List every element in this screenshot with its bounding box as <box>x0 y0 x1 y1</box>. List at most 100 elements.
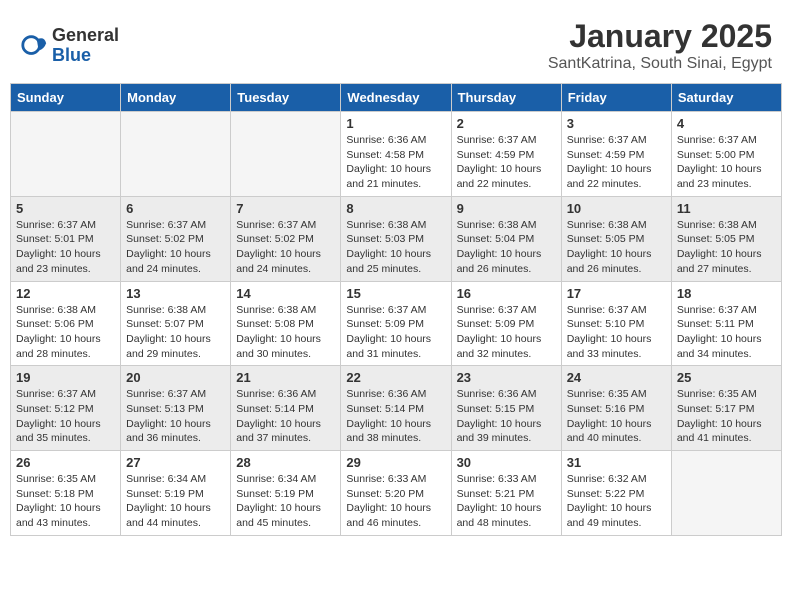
day-number: 24 <box>567 370 666 385</box>
calendar-week-row: 1 Sunrise: 6:36 AMSunset: 4:58 PMDaylight… <box>11 112 782 197</box>
weekday-header-thursday: Thursday <box>451 84 561 112</box>
weekday-header-row: SundayMondayTuesdayWednesdayThursdayFrid… <box>11 84 782 112</box>
weekday-header-saturday: Saturday <box>671 84 781 112</box>
calendar-cell: 29 Sunrise: 6:33 AMSunset: 5:20 PMDayligh… <box>341 451 451 536</box>
calendar-cell: 18Sunrise: 6:37 AMSunset: 5:11 PMDayligh… <box>671 281 781 366</box>
calendar-cell: 26Sunrise: 6:35 AMSunset: 5:18 PMDayligh… <box>11 451 121 536</box>
calendar-cell: 10 Sunrise: 6:38 AMSunset: 5:05 PMDayligh… <box>561 196 671 281</box>
day-number: 11 <box>677 201 776 216</box>
logo-general-text: General <box>52 26 119 46</box>
calendar-cell: 20 Sunrise: 6:37 AMSunset: 5:13 PMDayligh… <box>121 366 231 451</box>
day-number: 4 <box>677 116 776 131</box>
day-number: 14 <box>236 286 335 301</box>
calendar-cell: 7 Sunrise: 6:37 AMSunset: 5:02 PMDaylight… <box>231 196 341 281</box>
calendar-cell: 1 Sunrise: 6:36 AMSunset: 4:58 PMDaylight… <box>341 112 451 197</box>
calendar-cell: 4 Sunrise: 6:37 AMSunset: 5:00 PMDaylight… <box>671 112 781 197</box>
calendar-cell: 11 Sunrise: 6:38 AMSunset: 5:05 PMDayligh… <box>671 196 781 281</box>
location-title: SantKatrina, South Sinai, Egypt <box>548 55 772 73</box>
day-number: 19 <box>16 370 115 385</box>
calendar-cell <box>231 112 341 197</box>
weekday-header-monday: Monday <box>121 84 231 112</box>
calendar-cell: 25Sunrise: 6:35 AMSunset: 5:17 PMDayligh… <box>671 366 781 451</box>
calendar-week-row: 19 Sunrise: 6:37 AMSunset: 5:12 PMDayligh… <box>11 366 782 451</box>
day-info: Sunrise: 6:37 AMSunset: 5:02 PMDaylight:… <box>126 218 225 277</box>
day-info: Sunrise: 6:35 AMSunset: 5:17 PMDaylight:… <box>677 387 776 446</box>
day-info: Sunrise: 6:36 AMSunset: 5:15 PMDaylight:… <box>457 387 556 446</box>
day-number: 17 <box>567 286 666 301</box>
day-info: Sunrise: 6:38 AMSunset: 5:05 PMDaylight:… <box>567 218 666 277</box>
calendar-week-row: 26Sunrise: 6:35 AMSunset: 5:18 PMDayligh… <box>11 451 782 536</box>
calendar-cell <box>121 112 231 197</box>
day-info: Sunrise: 6:33 AMSunset: 5:20 PMDaylight:… <box>346 472 445 531</box>
logo-blue-text: Blue <box>52 46 119 66</box>
calendar-cell: 22 Sunrise: 6:36 AMSunset: 5:14 PMDayligh… <box>341 366 451 451</box>
calendar-cell: 19 Sunrise: 6:37 AMSunset: 5:12 PMDayligh… <box>11 366 121 451</box>
calendar-cell: 12 Sunrise: 6:38 AMSunset: 5:06 PMDayligh… <box>11 281 121 366</box>
calendar-cell: 21Sunrise: 6:36 AMSunset: 5:14 PMDayligh… <box>231 366 341 451</box>
calendar-cell: 13Sunrise: 6:38 AMSunset: 5:07 PMDayligh… <box>121 281 231 366</box>
calendar-cell: 15 Sunrise: 6:37 AMSunset: 5:09 PMDayligh… <box>341 281 451 366</box>
day-number: 12 <box>16 286 115 301</box>
day-number: 5 <box>16 201 115 216</box>
month-title: January 2025 <box>548 18 772 55</box>
day-number: 29 <box>346 455 445 470</box>
day-number: 10 <box>567 201 666 216</box>
day-number: 8 <box>346 201 445 216</box>
day-info: Sunrise: 6:38 AMSunset: 5:06 PMDaylight:… <box>16 303 115 362</box>
day-number: 23 <box>457 370 556 385</box>
calendar-cell: 9 Sunrise: 6:38 AMSunset: 5:04 PMDaylight… <box>451 196 561 281</box>
day-number: 3 <box>567 116 666 131</box>
calendar-cell: 8 Sunrise: 6:38 AMSunset: 5:03 PMDaylight… <box>341 196 451 281</box>
day-info: Sunrise: 6:32 AMSunset: 5:22 PMDaylight:… <box>567 472 666 531</box>
day-info: Sunrise: 6:37 AMSunset: 5:13 PMDaylight:… <box>126 387 225 446</box>
day-info: Sunrise: 6:37 AMSunset: 5:09 PMDaylight:… <box>457 303 556 362</box>
day-info: Sunrise: 6:38 AMSunset: 5:07 PMDaylight:… <box>126 303 225 362</box>
day-info: Sunrise: 6:38 AMSunset: 5:05 PMDaylight:… <box>677 218 776 277</box>
calendar-cell: 28 Sunrise: 6:34 AMSunset: 5:19 PMDayligh… <box>231 451 341 536</box>
day-info: Sunrise: 6:37 AMSunset: 5:00 PMDaylight:… <box>677 133 776 192</box>
day-info: Sunrise: 6:36 AMSunset: 4:58 PMDaylight:… <box>346 133 445 192</box>
day-info: Sunrise: 6:34 AMSunset: 5:19 PMDaylight:… <box>126 472 225 531</box>
calendar-cell: 23 Sunrise: 6:36 AMSunset: 5:15 PMDayligh… <box>451 366 561 451</box>
day-number: 28 <box>236 455 335 470</box>
calendar-cell: 27 Sunrise: 6:34 AMSunset: 5:19 PMDayligh… <box>121 451 231 536</box>
day-number: 27 <box>126 455 225 470</box>
day-number: 9 <box>457 201 556 216</box>
day-info: Sunrise: 6:35 AMSunset: 5:18 PMDaylight:… <box>16 472 115 531</box>
day-info: Sunrise: 6:33 AMSunset: 5:21 PMDaylight:… <box>457 472 556 531</box>
day-info: Sunrise: 6:35 AMSunset: 5:16 PMDaylight:… <box>567 387 666 446</box>
calendar-cell: 2 Sunrise: 6:37 AMSunset: 4:59 PMDaylight… <box>451 112 561 197</box>
day-info: Sunrise: 6:37 AMSunset: 5:09 PMDaylight:… <box>346 303 445 362</box>
day-info: Sunrise: 6:37 AMSunset: 5:10 PMDaylight:… <box>567 303 666 362</box>
day-number: 15 <box>346 286 445 301</box>
calendar-cell: 5 Sunrise: 6:37 AMSunset: 5:01 PMDaylight… <box>11 196 121 281</box>
calendar-cell: 17 Sunrise: 6:37 AMSunset: 5:10 PMDayligh… <box>561 281 671 366</box>
weekday-header-wednesday: Wednesday <box>341 84 451 112</box>
logo: General Blue <box>20 26 119 66</box>
day-number: 31 <box>567 455 666 470</box>
day-number: 7 <box>236 201 335 216</box>
day-info: Sunrise: 6:37 AMSunset: 5:12 PMDaylight:… <box>16 387 115 446</box>
day-info: Sunrise: 6:38 AMSunset: 5:03 PMDaylight:… <box>346 218 445 277</box>
day-info: Sunrise: 6:38 AMSunset: 5:04 PMDaylight:… <box>457 218 556 277</box>
day-info: Sunrise: 6:37 AMSunset: 4:59 PMDaylight:… <box>457 133 556 192</box>
day-info: Sunrise: 6:37 AMSunset: 5:02 PMDaylight:… <box>236 218 335 277</box>
calendar-cell: 16Sunrise: 6:37 AMSunset: 5:09 PMDayligh… <box>451 281 561 366</box>
day-number: 6 <box>126 201 225 216</box>
calendar-cell: 30Sunrise: 6:33 AMSunset: 5:21 PMDayligh… <box>451 451 561 536</box>
calendar-cell: 24 Sunrise: 6:35 AMSunset: 5:16 PMDayligh… <box>561 366 671 451</box>
day-number: 22 <box>346 370 445 385</box>
weekday-header-tuesday: Tuesday <box>231 84 341 112</box>
day-number: 21 <box>236 370 335 385</box>
day-info: Sunrise: 6:36 AMSunset: 5:14 PMDaylight:… <box>346 387 445 446</box>
calendar-cell <box>11 112 121 197</box>
day-number: 2 <box>457 116 556 131</box>
calendar-cell <box>671 451 781 536</box>
calendar-week-row: 12 Sunrise: 6:38 AMSunset: 5:06 PMDayligh… <box>11 281 782 366</box>
day-info: Sunrise: 6:37 AMSunset: 5:01 PMDaylight:… <box>16 218 115 277</box>
calendar-week-row: 5 Sunrise: 6:37 AMSunset: 5:01 PMDaylight… <box>11 196 782 281</box>
day-number: 20 <box>126 370 225 385</box>
day-number: 1 <box>346 116 445 131</box>
day-number: 18 <box>677 286 776 301</box>
day-info: Sunrise: 6:34 AMSunset: 5:19 PMDaylight:… <box>236 472 335 531</box>
